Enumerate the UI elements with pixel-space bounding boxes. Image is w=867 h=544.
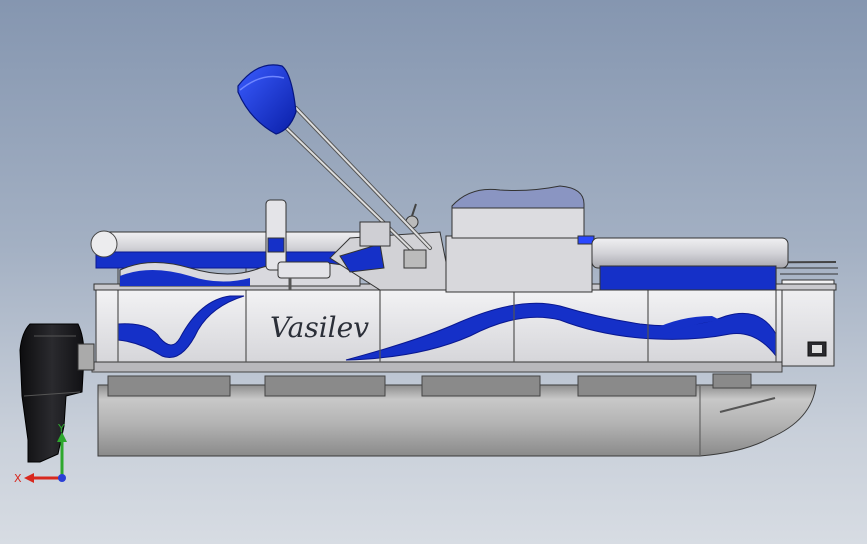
x-axis-label: X	[14, 472, 22, 485]
y-axis-label: Y	[57, 422, 65, 435]
pontoon-boat-model[interactable]: Vasilev Y X	[0, 0, 867, 544]
brand-logo-text: Vasilev	[270, 311, 369, 344]
pontoon-brackets	[107, 373, 752, 397]
outboard-motor[interactable]	[19, 323, 95, 463]
deck-edge	[91, 361, 783, 373]
front-lounge-seat[interactable]	[445, 185, 789, 293]
cad-viewport[interactable]: Vasilev Y X	[0, 0, 867, 544]
